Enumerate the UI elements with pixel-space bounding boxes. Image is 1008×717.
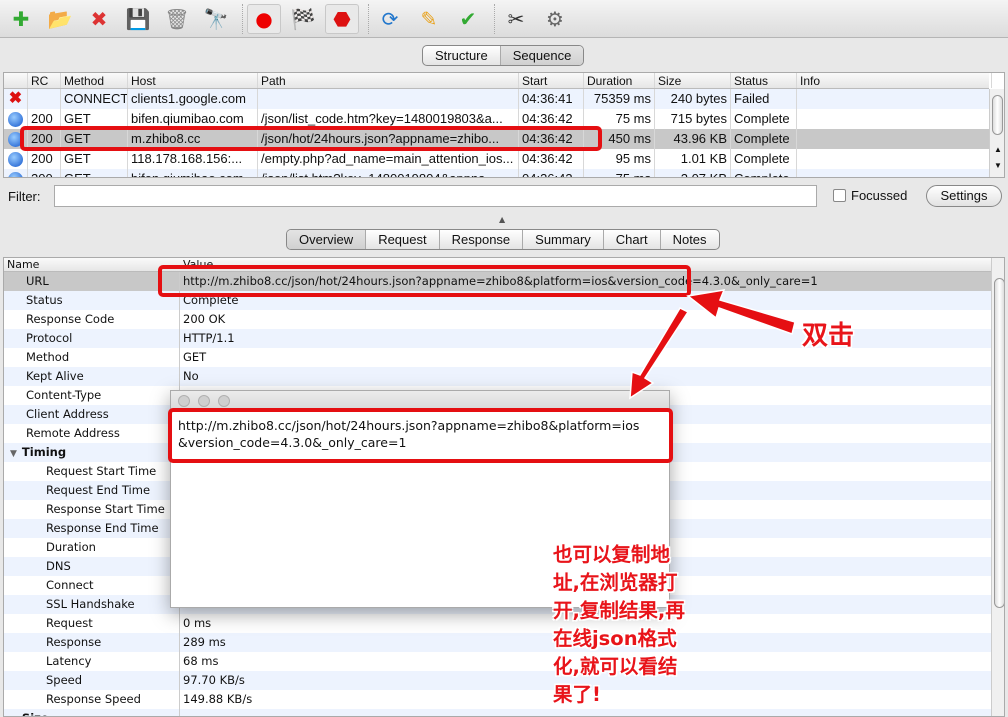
- annotation-arrows: [629, 289, 796, 400]
- tip-annotation: 也可以复制地 址,在浏览器打 开,复制结果,再 在线json格式 化,就可以看结 果了!: [553, 541, 685, 709]
- tip-line: 开,复制结果,再: [553, 599, 685, 622]
- tip-line: 址,在浏览器打: [553, 571, 678, 594]
- double-click-annotation: 双击: [802, 321, 855, 351]
- tip-line: 果了!: [553, 683, 601, 706]
- tip-line: 化,就可以看结: [553, 655, 678, 678]
- arrow-to-url: [686, 289, 796, 335]
- tip-line: 在线json格式: [553, 627, 677, 650]
- tip-line: 也可以复制地: [553, 543, 671, 566]
- arrow-to-popup: [629, 307, 690, 400]
